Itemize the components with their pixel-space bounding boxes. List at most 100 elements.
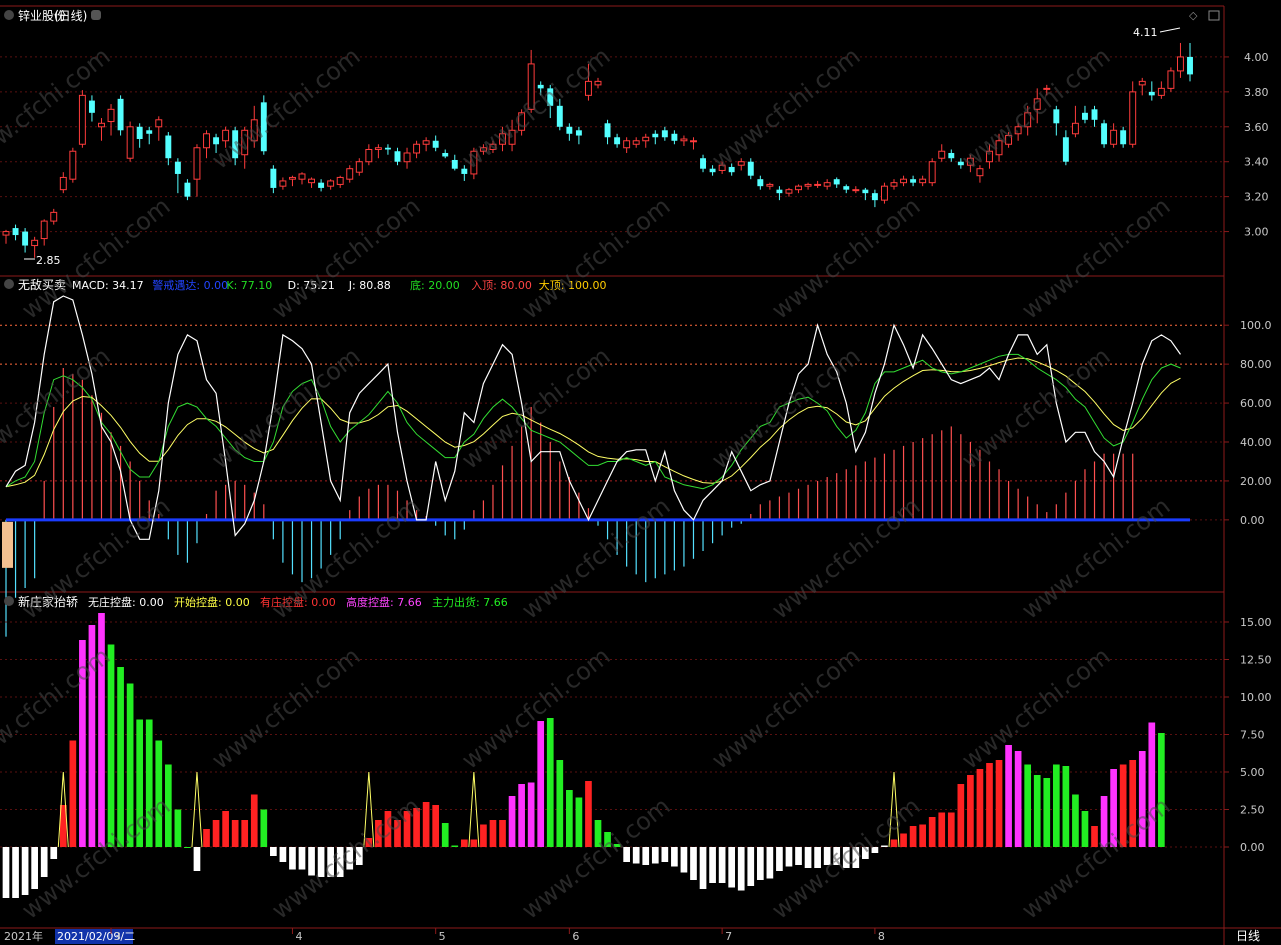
price-tick-label: 4.00: [1244, 51, 1269, 64]
zhuangjia-bar: [776, 847, 783, 871]
low-price-label: 2.85: [36, 254, 61, 267]
zhuangjia-tick-label: 12.50: [1240, 654, 1272, 667]
zhuangjia-bar: [470, 839, 478, 847]
zhuangjia-tick-label: 0.00: [1240, 841, 1265, 854]
price-tick-label: 3.40: [1244, 156, 1269, 169]
zhuangjia-bar: [986, 763, 993, 847]
zhuangjia-bar: [728, 847, 736, 888]
zhuangjia-bar: [661, 847, 669, 862]
zhuangjia-bar: [174, 809, 182, 847]
month-label: 4: [295, 930, 302, 943]
diamond-icon[interactable]: ◇: [1189, 9, 1198, 22]
candle: [126, 121, 134, 162]
indicator-tick-label: 40.00: [1240, 436, 1272, 449]
month-label: 8: [878, 930, 885, 943]
collapse-icon[interactable]: [4, 10, 14, 20]
chart-frame: [0, 0, 1281, 945]
zhuangjia-bar: [766, 847, 774, 879]
zhuangjia-bar: [50, 847, 58, 859]
zhuangjia-legend-item: 主力出货: 7.66: [432, 595, 508, 609]
zhuangjia-bar: [422, 802, 430, 847]
indicator-legend-item: J: 80.88: [348, 279, 391, 292]
zhuangjia-bar: [203, 829, 210, 847]
candle: [69, 147, 77, 183]
indicator-tick-label: 60.00: [1240, 397, 1272, 410]
month-label: 3: [114, 930, 121, 943]
zhuangjia-bar: [241, 820, 249, 847]
settings-icon[interactable]: [91, 10, 101, 20]
candle: [78, 90, 86, 148]
month-label: 7: [725, 930, 732, 943]
zhuangjia-bar: [1062, 766, 1070, 847]
zhuangjia-bar: [995, 760, 1003, 847]
zhuangjia-bar: [1081, 811, 1089, 847]
zhuangjia-bar: [919, 824, 926, 847]
zhuangjia-bar: [40, 847, 48, 877]
zhuangjia-bar: [1014, 751, 1022, 847]
collapse-icon[interactable]: [4, 279, 14, 289]
zhuangjia-bar: [756, 847, 764, 880]
price-tick-label: 3.80: [1244, 86, 1269, 99]
zhuangjia-bar: [451, 845, 459, 847]
zhuangjia-bar: [566, 790, 573, 847]
collapse-icon[interactable]: [4, 596, 14, 606]
zhuangjia-bar: [575, 797, 583, 847]
month-label: 6: [572, 930, 579, 943]
zhuangjia-bar: [1043, 778, 1051, 847]
period-button[interactable]: 日线: [1236, 929, 1260, 943]
zhuangjia-bar: [184, 847, 191, 848]
price-tick-label: 3.60: [1244, 121, 1269, 134]
zhuangjia-bar: [1158, 733, 1165, 847]
candle: [880, 182, 888, 204]
zhuangjia-bar: [441, 823, 449, 847]
zhuangjia-bar: [193, 847, 201, 871]
zhuangjia-bar: [680, 847, 688, 873]
zhuangjia-bar: [976, 769, 984, 847]
zhuangjia-bar: [737, 847, 745, 891]
candle: [1167, 67, 1175, 92]
zhuangjia-bar: [527, 782, 535, 847]
zhuangjia-bar: [709, 847, 716, 883]
indicator-legend-item: 入顶: 80.00: [471, 279, 532, 292]
zhuangjia-bar: [508, 796, 516, 847]
zhuangjia-bar: [546, 718, 554, 847]
zhuangjia-bar: [947, 812, 955, 847]
signal-block: [2, 521, 13, 568]
zhuangjia-bar: [967, 775, 974, 847]
zhuangjia-bar: [270, 847, 277, 856]
indicator-legend-item: 底: 20.00: [410, 278, 460, 292]
indicator-tick-label: 0.00: [1240, 514, 1265, 527]
zhuangjia-bar: [632, 847, 640, 864]
indicator-legend-item: 警戒遇达: 0.00: [152, 278, 228, 292]
stock-chart[interactable]: 锌业股份 (日线) ◇ 4.003.803.603.403.203.00 4.1…: [0, 0, 1281, 945]
zhuangjia-bar: [231, 820, 239, 847]
zhuangjia-tick-label: 2.50: [1240, 804, 1265, 817]
zhuangjia-bar: [651, 847, 659, 864]
candle: [1101, 119, 1108, 148]
zhuangjia-bar: [1072, 794, 1079, 847]
zhuangjia-bar: [699, 847, 707, 889]
zhuangjia-tick-label: 5.00: [1240, 766, 1265, 779]
zhuangjia-bar: [957, 784, 965, 847]
cursor-date: 2021/02/09/二: [57, 930, 135, 943]
zhuangjia-bar: [480, 824, 487, 847]
zhuangjia-bar: [1033, 775, 1041, 847]
zhuangjia-bar: [31, 847, 38, 889]
zhuangjia-bar: [785, 847, 793, 867]
candle: [117, 95, 124, 136]
zhuangjia-bar: [107, 644, 115, 847]
zhuangjia-bar: [585, 781, 592, 847]
zhuangjia-bar: [460, 839, 468, 847]
zhuangjia-bar: [432, 805, 440, 847]
zhuangjia-legend-item: 高度控盘: 7.66: [346, 595, 422, 609]
zhuangjia-bar: [298, 847, 306, 870]
zhuangjia-bar: [2, 847, 10, 898]
zhuangjia-bar: [795, 847, 802, 865]
zhuangjia-bar: [12, 847, 19, 898]
price-tick-label: 3.00: [1244, 226, 1269, 239]
zhuangjia-bar: [537, 721, 545, 847]
zhuangjia-bar: [222, 811, 229, 847]
indicator-legend-item: K: 77.10: [226, 279, 272, 292]
zhuangjia-bar: [279, 847, 287, 862]
zhuangjia-tick-label: 10.00: [1240, 691, 1272, 704]
